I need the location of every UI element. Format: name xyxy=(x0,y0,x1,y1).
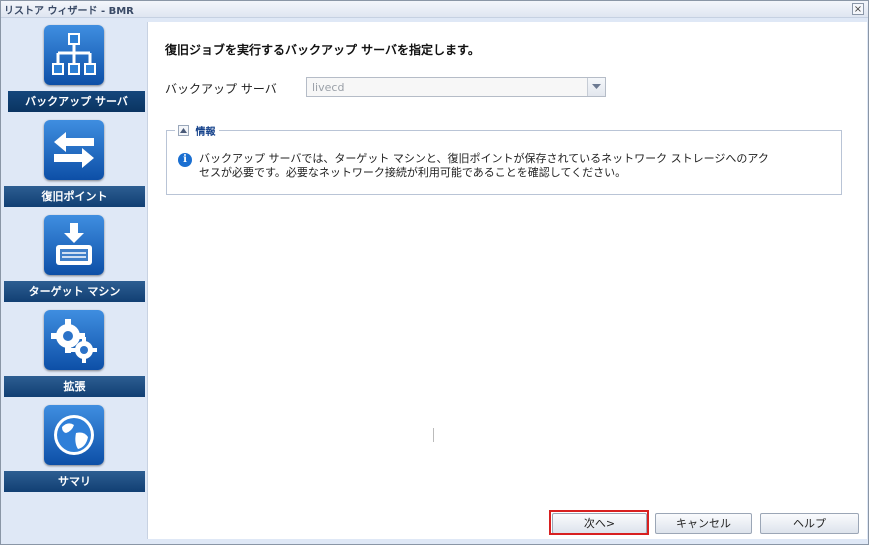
title-bar: リストア ウィザード - BMR × xyxy=(1,1,868,18)
cancel-button[interactable]: キャンセル xyxy=(655,513,752,534)
info-legend: 情報 xyxy=(175,123,219,138)
main-panel: 復旧ジョブを実行するバックアップ サーバを指定します。 バックアップ サーバ l… xyxy=(147,22,867,539)
step-backup-server[interactable]: バックアップ サーバ xyxy=(4,22,145,112)
step-summary[interactable]: サマリ xyxy=(4,402,145,492)
window-title: リストア ウィザード - BMR xyxy=(4,6,134,17)
close-icon[interactable]: × xyxy=(852,3,864,15)
page-title: 復旧ジョブを実行するバックアップ サーバを指定します。 xyxy=(165,43,480,57)
backup-server-select[interactable]: livecd xyxy=(306,77,606,97)
step-target-machine[interactable]: ターゲット マシン xyxy=(4,212,145,302)
text-caret xyxy=(433,428,434,442)
next-button[interactable]: 次へ> xyxy=(552,513,647,534)
step-label: ターゲット マシン xyxy=(4,281,145,302)
backup-server-label: バックアップ サーバ xyxy=(165,82,277,96)
wizard-steps-sidebar: バックアップ サーバ 復旧ポイント ターゲット マシン 拡張 サマリ xyxy=(4,22,145,540)
info-text: バックアップ サーバでは、ターゲット マシンと、復旧ポイントが保存されているネッ… xyxy=(199,152,769,179)
chevron-down-icon[interactable] xyxy=(587,78,605,96)
exchange-arrows-icon xyxy=(44,120,104,180)
step-recovery-point[interactable]: 復旧ポイント xyxy=(4,117,145,207)
info-section: 情報 i バックアップ サーバでは、ターゲット マシンと、復旧ポイントが保存され… xyxy=(166,123,842,195)
backup-server-value: livecd xyxy=(312,81,345,94)
disk-download-icon xyxy=(44,215,104,275)
globe-icon xyxy=(44,405,104,465)
help-button[interactable]: ヘルプ xyxy=(760,513,859,534)
info-icon: i xyxy=(178,153,192,167)
gears-icon xyxy=(44,310,104,370)
wizard-window: リストア ウィザード - BMR × バックアップ サーバ 復旧ポイント ターゲ… xyxy=(0,0,869,545)
step-label: サマリ xyxy=(4,471,145,492)
collapse-icon[interactable] xyxy=(178,125,189,136)
step-label: バックアップ サーバ xyxy=(8,91,145,112)
network-server-icon xyxy=(44,25,104,85)
step-label: 復旧ポイント xyxy=(4,186,145,207)
info-title: 情報 xyxy=(195,127,216,138)
step-label: 拡張 xyxy=(4,376,145,397)
step-advanced[interactable]: 拡張 xyxy=(4,307,145,397)
